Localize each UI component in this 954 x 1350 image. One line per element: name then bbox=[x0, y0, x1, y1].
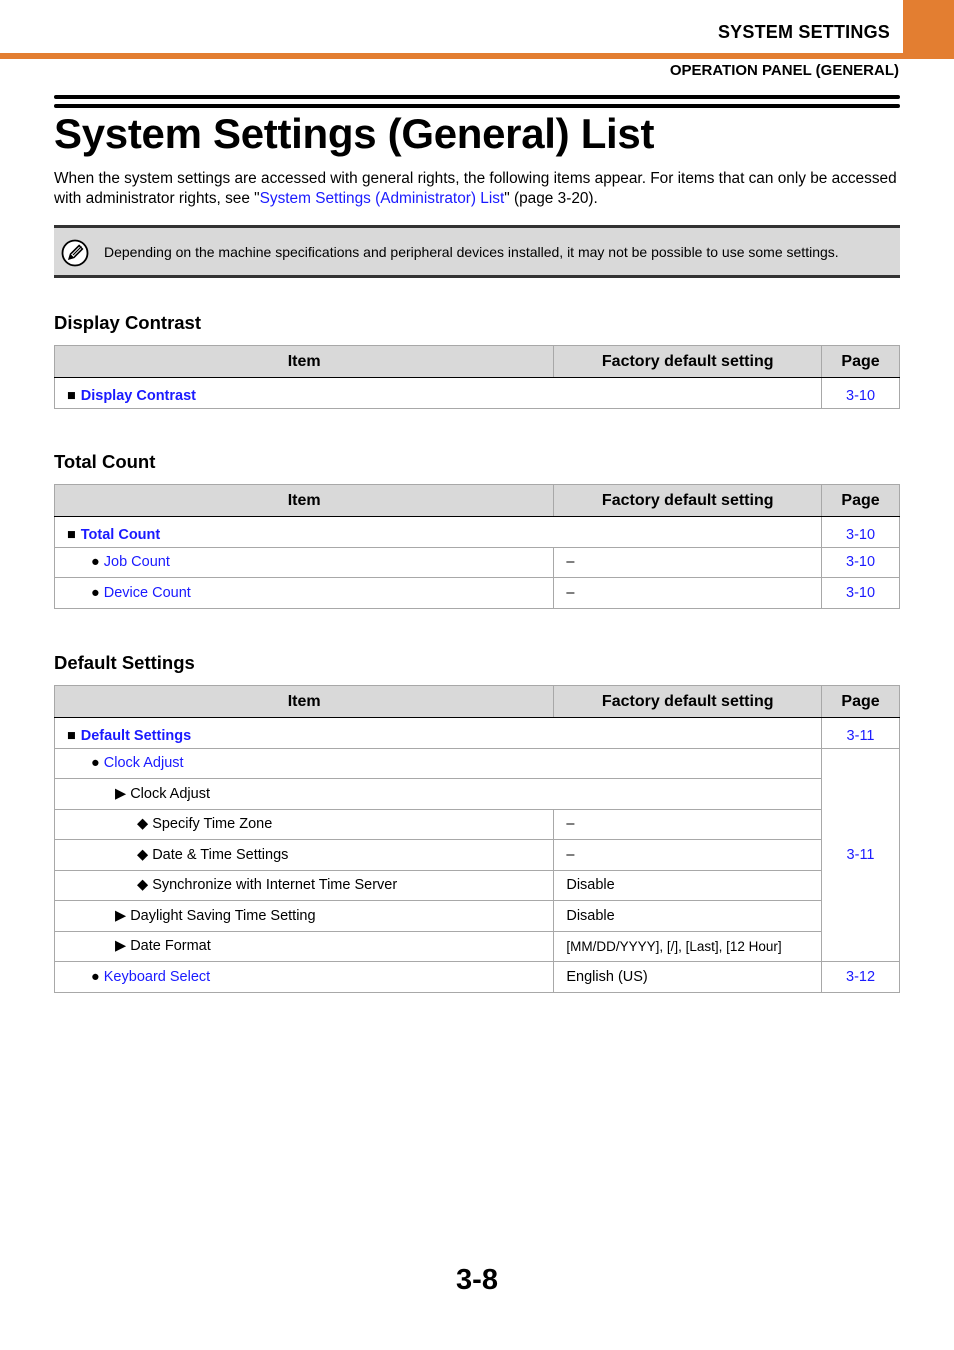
col-header-page: Page bbox=[821, 685, 900, 718]
col-header-item: Item bbox=[53, 685, 555, 718]
square-bullet-icon: ■ bbox=[67, 727, 76, 744]
page-link[interactable]: 3-10 bbox=[821, 516, 900, 548]
table-header-row: Item Factory default setting Page bbox=[53, 685, 900, 718]
default-value: [MM/DD/YYYY], [/], [Last], [12 Hour] bbox=[553, 930, 823, 962]
item-label: Synchronize with Internet Time Server bbox=[152, 877, 398, 894]
default-value: – bbox=[553, 546, 823, 578]
table-row: ● Clock Adjust 3-11 bbox=[53, 747, 900, 962]
intro-paragraph: When the system settings are accessed wi… bbox=[54, 169, 900, 209]
default-value: English (US) bbox=[553, 961, 823, 993]
square-bullet-icon: ■ bbox=[67, 526, 76, 543]
table-row: ◆ Date & Time Settings – bbox=[53, 839, 900, 871]
circle-bullet-icon: ● bbox=[91, 584, 100, 601]
display-contrast-table: Item Factory default setting Page ■ Displ… bbox=[53, 345, 900, 409]
table-row: ■ Default Settings 3-11 bbox=[53, 717, 900, 749]
table-row: ■ Display Contrast 3-10 bbox=[53, 377, 900, 409]
table-row: ◆ Synchronize with Internet Time Server … bbox=[53, 869, 900, 901]
pencil-note-icon bbox=[61, 239, 89, 267]
default-value: – bbox=[553, 839, 823, 871]
item-link-total-count[interactable]: Total Count bbox=[81, 527, 160, 543]
col-header-item: Item bbox=[53, 345, 555, 378]
page-title: System Settings (General) List bbox=[54, 110, 655, 157]
section-heading-display-contrast: Display Contrast bbox=[54, 312, 202, 333]
page-link[interactable]: 3-11 bbox=[821, 747, 900, 962]
default-value: Disable bbox=[553, 869, 823, 901]
title-rule-bottom bbox=[54, 104, 900, 108]
intro-text-after: " (page 3-20). bbox=[504, 190, 598, 207]
table-row: ◆ Specify Time Zone – bbox=[53, 808, 900, 840]
item-link-default-settings[interactable]: Default Settings bbox=[81, 728, 191, 744]
page-number: 3-8 bbox=[456, 1264, 498, 1296]
triangle-bullet-icon: ▶ bbox=[115, 938, 127, 955]
note-box: Depending on the machine specifications … bbox=[54, 225, 900, 278]
diamond-bullet-icon: ◆ bbox=[137, 846, 149, 863]
diamond-bullet-icon: ◆ bbox=[137, 877, 149, 894]
item-label: Clock Adjust bbox=[130, 785, 210, 802]
triangle-bullet-icon: ▶ bbox=[115, 907, 127, 924]
item-label: Specify Time Zone bbox=[152, 816, 273, 833]
table-row: ▶ Clock Adjust bbox=[53, 778, 900, 810]
title-rule-top bbox=[54, 95, 900, 99]
page-link[interactable]: 3-11 bbox=[821, 717, 900, 749]
item-label: Date Format bbox=[130, 938, 211, 955]
square-bullet-icon: ■ bbox=[67, 387, 76, 404]
admin-list-link[interactable]: System Settings (Administrator) List bbox=[260, 190, 505, 207]
header-accent-block bbox=[903, 0, 954, 53]
item-label: Date & Time Settings bbox=[152, 846, 289, 863]
item-link-job-count[interactable]: Job Count bbox=[104, 554, 170, 570]
table-header-row: Item Factory default setting Page bbox=[53, 484, 900, 517]
table-row: ■ Total Count 3-10 bbox=[53, 516, 900, 548]
header-accent-line bbox=[0, 53, 954, 59]
circle-bullet-icon: ● bbox=[91, 755, 100, 772]
section-heading-total-count: Total Count bbox=[54, 451, 156, 472]
col-header-page: Page bbox=[821, 484, 900, 517]
total-count-table: Item Factory default setting Page ■ Total… bbox=[53, 484, 900, 609]
section-heading-default-settings: Default Settings bbox=[54, 652, 195, 673]
chapter-title: SYSTEM SETTINGS bbox=[717, 22, 890, 42]
page-link[interactable]: 3-10 bbox=[821, 377, 900, 409]
item-link-display-contrast[interactable]: Display Contrast bbox=[81, 388, 196, 404]
item-label: Daylight Saving Time Setting bbox=[130, 907, 316, 924]
section-subtitle: OPERATION PANEL (GENERAL) bbox=[669, 62, 899, 79]
col-header-default: Factory default setting bbox=[553, 484, 823, 517]
table-row: ● Job Count – 3-10 bbox=[53, 546, 900, 578]
circle-bullet-icon: ● bbox=[91, 968, 100, 985]
circle-bullet-icon: ● bbox=[91, 554, 100, 571]
default-value: – bbox=[553, 808, 823, 840]
triangle-bullet-icon: ▶ bbox=[115, 785, 127, 802]
page-link[interactable]: 3-10 bbox=[821, 546, 900, 578]
col-header-default: Factory default setting bbox=[553, 345, 823, 378]
item-link-device-count[interactable]: Device Count bbox=[104, 585, 191, 601]
table-header-row: Item Factory default setting Page bbox=[53, 345, 900, 378]
col-header-default: Factory default setting bbox=[553, 685, 823, 718]
col-header-item: Item bbox=[53, 484, 555, 517]
col-header-page: Page bbox=[821, 345, 900, 378]
default-settings-table: Item Factory default setting Page ■ Defau… bbox=[53, 685, 900, 993]
note-text: Depending on the machine specifications … bbox=[104, 244, 839, 260]
table-row: ● Keyboard Select English (US) 3-12 bbox=[53, 961, 900, 993]
page-link[interactable]: 3-12 bbox=[821, 961, 900, 993]
table-row: ▶ Date Format [MM/DD/YYYY], [/], [Last],… bbox=[53, 930, 900, 962]
item-link-clock-adjust[interactable]: Clock Adjust bbox=[104, 755, 184, 771]
default-value: Disable bbox=[553, 900, 823, 932]
table-row: ▶ Daylight Saving Time Setting Disable bbox=[53, 900, 900, 932]
table-row: ● Device Count – 3-10 bbox=[53, 577, 900, 609]
diamond-bullet-icon: ◆ bbox=[137, 816, 149, 833]
default-value: – bbox=[553, 577, 823, 609]
item-link-keyboard-select[interactable]: Keyboard Select bbox=[104, 969, 210, 985]
page-link[interactable]: 3-10 bbox=[821, 577, 900, 609]
